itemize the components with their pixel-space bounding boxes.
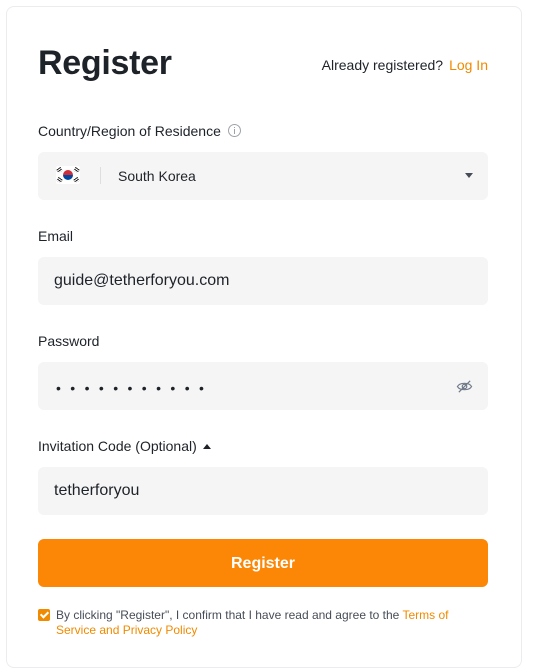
invitation-label-text: Invitation Code (Optional) bbox=[38, 438, 197, 454]
agreement-statement: By clicking "Register", I confirm that I… bbox=[56, 608, 403, 622]
page-title: Register bbox=[38, 44, 172, 82]
info-icon[interactable] bbox=[227, 124, 241, 137]
email-value: guide@tetherforyou.com bbox=[54, 272, 230, 289]
password-field[interactable]: ••••••••••• bbox=[38, 362, 488, 410]
email-field[interactable]: guide@tetherforyou.com bbox=[38, 257, 488, 305]
invitation-code-field[interactable]: tetherforyou bbox=[38, 467, 488, 515]
country-label-text: Country/Region of Residence bbox=[38, 123, 221, 139]
password-label: Password bbox=[38, 333, 100, 349]
caret-down-icon[interactable] bbox=[465, 173, 473, 178]
invitation-code-value: tetherforyou bbox=[54, 482, 140, 499]
email-label: Email bbox=[38, 228, 74, 244]
agree-checkbox[interactable] bbox=[38, 609, 50, 621]
password-masked-value: ••••••••••• bbox=[56, 380, 214, 396]
register-button[interactable]: Register bbox=[38, 539, 488, 587]
south-korea-flag-icon bbox=[56, 166, 80, 184]
login-link[interactable]: Log In bbox=[449, 57, 488, 73]
already-registered-text: Already registered? bbox=[321, 57, 444, 73]
eye-slash-icon[interactable] bbox=[456, 378, 473, 395]
country-label: Country/Region of Residence bbox=[38, 122, 241, 140]
country-selected-value: South Korea bbox=[118, 168, 196, 184]
agreement-text: By clicking "Register", I confirm that I… bbox=[56, 608, 476, 638]
caret-up-icon[interactable] bbox=[202, 444, 211, 449]
flag-divider bbox=[100, 167, 101, 184]
invitation-label[interactable]: Invitation Code (Optional) bbox=[38, 437, 211, 455]
country-select[interactable]: South Korea bbox=[38, 152, 488, 200]
already-registered: Already registered? Log In bbox=[322, 56, 488, 74]
